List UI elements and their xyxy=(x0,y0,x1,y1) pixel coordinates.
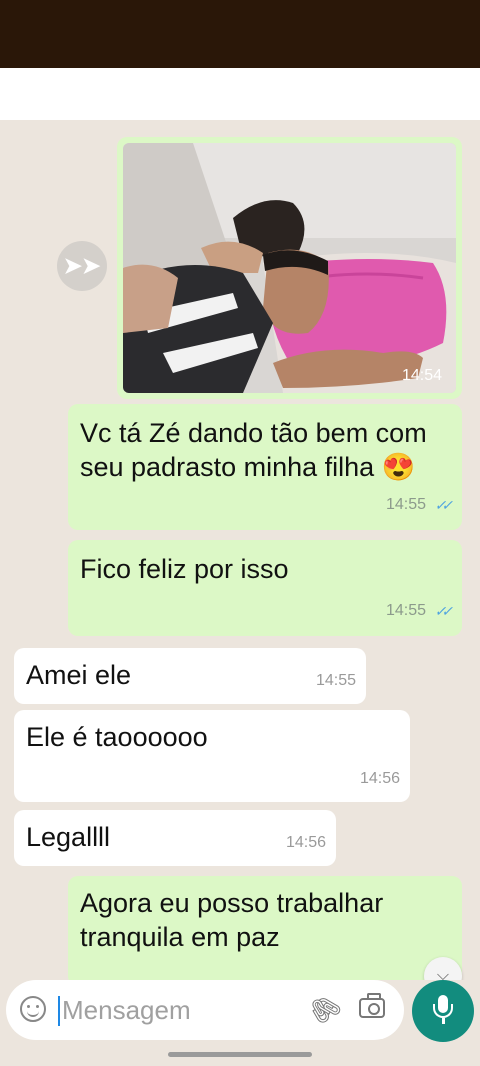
incoming-message[interactable]: Amei ele 14:55 xyxy=(14,648,366,704)
read-ticks-icon: ✓✓ xyxy=(434,497,454,513)
message-text: Amei ele xyxy=(26,660,132,690)
forward-icon[interactable]: ➤➤ xyxy=(57,241,107,291)
home-indicator[interactable] xyxy=(168,1052,312,1057)
image-message[interactable]: 14:54 xyxy=(117,137,462,399)
text-cursor xyxy=(58,996,60,1026)
message-input-bar[interactable]: 🖇 xyxy=(6,980,404,1040)
incoming-message[interactable]: Legallll 14:56 xyxy=(14,810,336,866)
emoji-icon[interactable] xyxy=(20,996,46,1022)
message-text: Agora eu posso trabalhar tranquila em pa… xyxy=(80,888,384,952)
chat-header xyxy=(0,68,480,120)
message-time: 14:56 xyxy=(285,834,326,851)
message-time: 14:54 xyxy=(401,367,442,384)
message-time: 14:55 xyxy=(385,496,426,513)
read-ticks-icon: ✓✓ xyxy=(434,603,454,619)
chat-area[interactable]: ➤➤ 14:54 Vc tá Zé dando tão bem com seu … xyxy=(0,120,480,980)
message-time: 14:55 xyxy=(315,672,356,689)
microphone-button[interactable] xyxy=(412,980,474,1042)
message-time: 14:56 xyxy=(359,770,400,787)
message-text: Vc tá Zé dando tão bem com seu padrasto … xyxy=(80,418,427,482)
message-text: Legallll xyxy=(26,822,111,852)
message-input[interactable] xyxy=(62,992,302,1028)
message-time: 14:55 xyxy=(385,602,426,619)
outgoing-message[interactable]: Agora eu posso trabalhar tranquila em pa… xyxy=(68,876,462,980)
message-text: Ele é taoooooo xyxy=(26,722,208,752)
paperclip-icon[interactable]: 🖇 xyxy=(302,987,347,1032)
outgoing-message[interactable]: Fico feliz por isso 14:55 ✓✓ xyxy=(68,540,462,636)
incoming-message[interactable]: Ele é taoooooo 14:56 xyxy=(14,710,410,802)
message-photo[interactable]: 14:54 xyxy=(123,143,456,393)
status-bar xyxy=(0,0,480,68)
outgoing-message[interactable]: Vc tá Zé dando tão bem com seu padrasto … xyxy=(68,404,462,530)
camera-icon[interactable] xyxy=(359,993,385,1018)
message-text: Fico feliz por isso xyxy=(80,554,289,584)
